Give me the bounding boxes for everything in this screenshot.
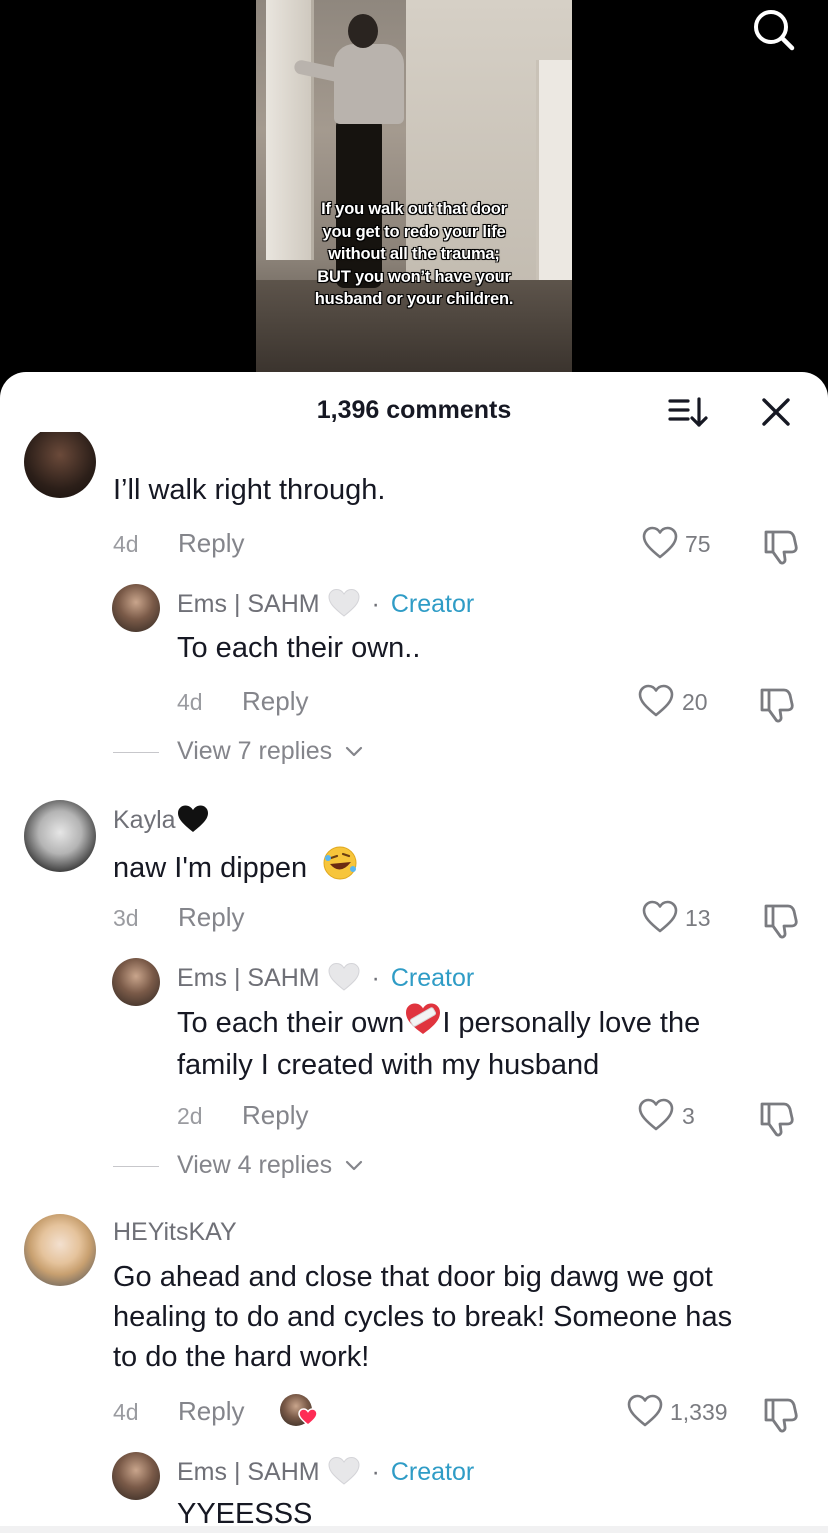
thumbs-down-icon [764, 530, 798, 565]
reply-button[interactable]: Reply [178, 528, 244, 559]
rolling-laughing-emoji-icon [323, 846, 357, 880]
comment-text-line: family I created with my husband [177, 1049, 600, 1081]
sort-button[interactable] [664, 392, 712, 432]
search-icon [754, 10, 795, 51]
close-icon [762, 398, 790, 426]
dislike-button[interactable] [762, 1394, 800, 1434]
comment-username[interactable]: Ems | SAHM · Creator [177, 1456, 474, 1487]
like-button[interactable]: 1,339 [627, 1392, 747, 1432]
avatar[interactable] [24, 1214, 96, 1286]
divider [113, 752, 159, 753]
reply-button[interactable]: Reply [242, 1100, 308, 1131]
view-replies-button[interactable]: View 7 replies [177, 737, 363, 766]
username-text: Ems | SAHM [177, 964, 320, 992]
avatar[interactable] [112, 1452, 160, 1500]
divider [113, 1166, 159, 1167]
close-button[interactable] [754, 392, 798, 432]
comment-text-part: To each their own [177, 1007, 405, 1039]
comment-text: To each their own.. [177, 632, 421, 664]
avatar[interactable] [24, 800, 96, 872]
like-button[interactable]: 13 [642, 898, 742, 938]
search-button[interactable] [750, 6, 798, 54]
reply-button[interactable]: Reply [242, 686, 308, 717]
white-heart-emoji-icon [328, 1456, 360, 1485]
username-text: Kayla [113, 806, 176, 834]
white-heart-emoji-icon [328, 588, 360, 617]
comment-text-line: to do the hard work! [113, 1341, 370, 1373]
creator-badge: Creator [390, 590, 475, 618]
heart-icon [638, 684, 674, 717]
sort-icon [668, 397, 708, 427]
video-player[interactable]: If you walk out that door you get to red… [0, 0, 828, 400]
creator-badge: Creator [390, 964, 475, 992]
comment-time: 2d [177, 1103, 203, 1129]
separator-dot: · [371, 1458, 380, 1486]
avatar[interactable] [112, 584, 160, 632]
thumbs-down-icon [760, 1102, 794, 1137]
black-heart-emoji-icon [177, 805, 208, 832]
view-replies-button[interactable]: View 4 replies [177, 1151, 363, 1180]
video-person-body [334, 44, 404, 124]
chevron-down-icon [346, 747, 363, 757]
like-count: 13 [685, 905, 711, 931]
comment-username[interactable]: Kayla [113, 804, 210, 835]
comment-list[interactable]: I’ll walk right through. 4d Reply 75 Ems… [0, 432, 828, 1533]
comment-text-line: Go ahead and close that door big dawg we… [113, 1261, 713, 1293]
like-count: 1,339 [670, 1399, 728, 1425]
comment-text: naw I'm dippen [113, 844, 359, 888]
video-person-head [348, 14, 378, 48]
separator-dot: · [371, 590, 380, 618]
comment-username[interactable]: HEYitsKAY [113, 1218, 237, 1247]
video-caption: If you walk out that door you get to red… [314, 200, 514, 308]
comment-text: Go ahead and close that door big dawg we… [113, 1257, 813, 1377]
thumbs-down-icon [764, 904, 798, 939]
comment-text: I’ll walk right through. [113, 474, 386, 506]
white-heart-emoji-icon [328, 962, 360, 991]
heart-icon [642, 900, 678, 933]
like-count: 20 [682, 689, 708, 715]
comment-text-content: naw I'm dippen [113, 852, 308, 884]
mending-heart-emoji-icon [406, 1003, 441, 1034]
comment-text-line: To each their own I personally love the [177, 1001, 797, 1043]
heart-icon [642, 526, 678, 559]
like-button[interactable]: 75 [642, 524, 742, 564]
comment-text: To each their own I personally love the … [177, 1001, 797, 1085]
like-button[interactable]: 20 [638, 682, 738, 722]
comment-time: 4d [113, 1399, 139, 1425]
view-replies-label: View 7 replies [177, 737, 333, 765]
comment-username[interactable]: Ems | SAHM · Creator [177, 962, 474, 993]
thumbs-down-icon [764, 1398, 798, 1433]
separator-dot: · [371, 964, 380, 992]
dislike-button[interactable] [758, 684, 796, 724]
view-replies-label: View 4 replies [177, 1151, 333, 1179]
thumbs-down-icon [760, 688, 794, 723]
video-frame: If you walk out that door you get to red… [256, 0, 572, 372]
comment-username[interactable]: Ems | SAHM · Creator [177, 588, 474, 619]
username-text: Ems | SAHM [177, 1458, 320, 1486]
comment-time: 3d [113, 905, 139, 931]
avatar[interactable] [112, 958, 160, 1006]
reply-button[interactable]: Reply [178, 902, 244, 933]
like-count: 3 [682, 1103, 695, 1129]
dislike-button[interactable] [762, 526, 800, 566]
like-button[interactable]: 3 [638, 1096, 738, 1136]
comment-text-part: I personally love the [442, 1007, 701, 1039]
avatar[interactable] [24, 432, 96, 498]
comments-sheet: 1,396 comments I’ll walk right through. … [0, 372, 828, 1533]
red-heart-icon [298, 1408, 318, 1426]
reply-button[interactable]: Reply [178, 1396, 244, 1427]
chevron-down-icon [346, 1161, 363, 1171]
heart-icon [627, 1394, 663, 1427]
comment-time: 4d [113, 531, 139, 557]
bottom-bar [0, 1526, 828, 1533]
comment-time: 4d [177, 689, 203, 715]
username-text: Ems | SAHM [177, 590, 320, 618]
heart-icon [638, 1098, 674, 1131]
like-count: 75 [685, 531, 711, 557]
dislike-button[interactable] [762, 900, 800, 940]
dislike-button[interactable] [758, 1098, 796, 1138]
comment-text-line: healing to do and cycles to break! Someo… [113, 1301, 733, 1333]
creator-liked-badge [280, 1394, 318, 1430]
creator-badge: Creator [390, 1458, 475, 1486]
